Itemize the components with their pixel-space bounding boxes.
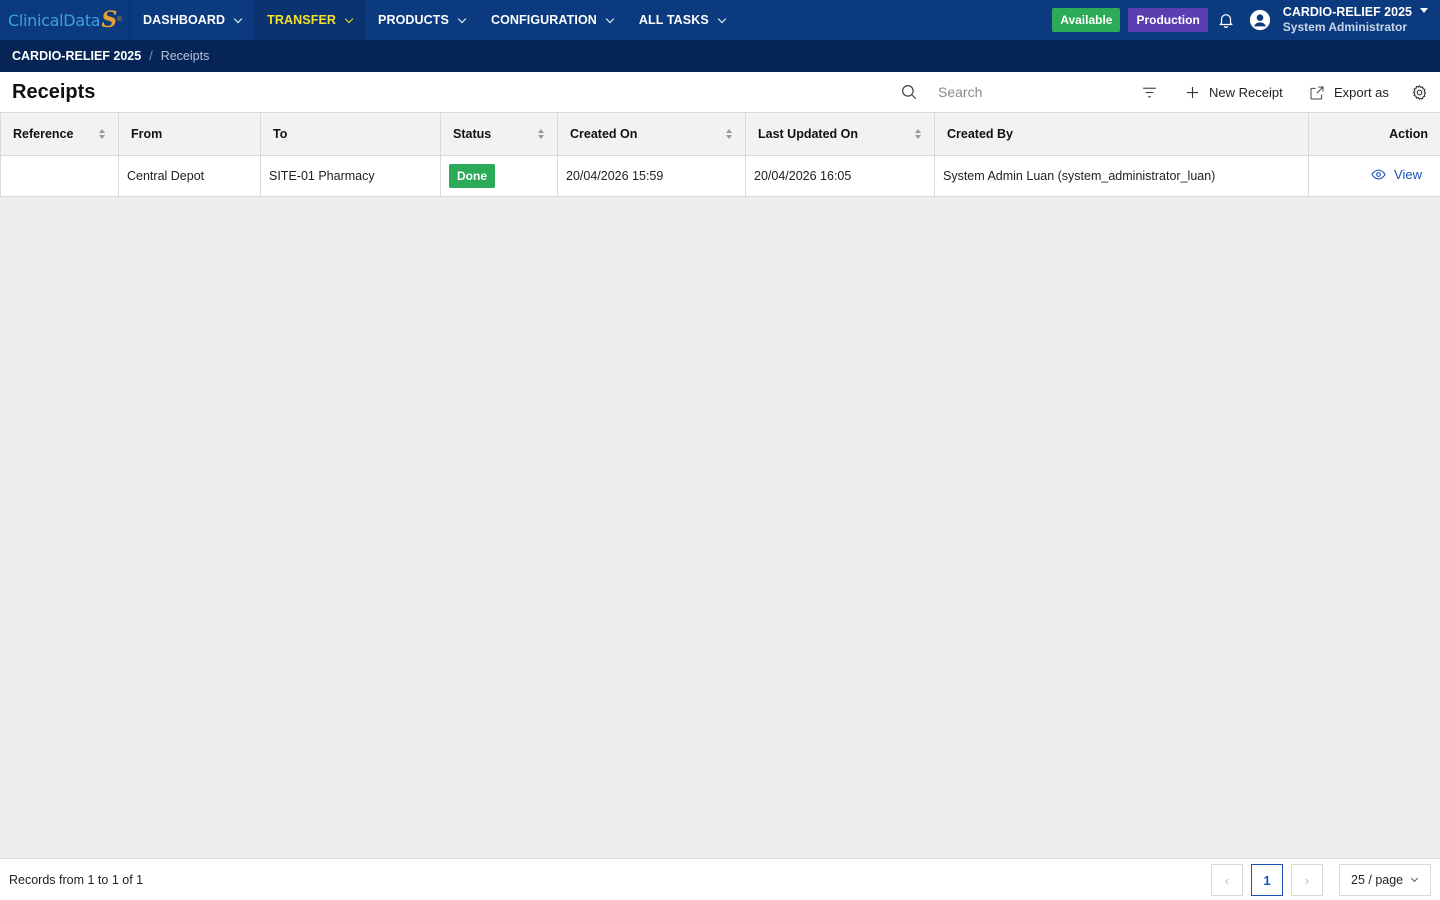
- chevron-down-icon: [457, 14, 467, 23]
- column-header-action: Action: [1308, 113, 1440, 156]
- sort-icon[interactable]: [537, 128, 545, 140]
- user-avatar-icon[interactable]: [1249, 9, 1271, 31]
- cell-created-on: 20/04/2026 15:59: [557, 154, 746, 197]
- cell-created-by: System Admin Luan (system_administrator_…: [934, 154, 1309, 197]
- plus-icon: [1186, 86, 1199, 99]
- pagination-footer: Records from 1 to 1 of 1 ‹ 1 › 25 / page: [0, 858, 1440, 900]
- column-header-from: From: [118, 113, 261, 156]
- chevron-down-icon: [1411, 874, 1419, 883]
- nav-dashboard-label: DASHBOARD: [143, 13, 226, 27]
- cell-to: SITE-01 Pharmacy: [260, 154, 441, 197]
- page-header: Receipts New Receipt Export as: [0, 72, 1440, 113]
- chevron-down-icon: [605, 14, 615, 23]
- nav-configuration[interactable]: CONFIGURATION: [478, 0, 626, 40]
- column-label: Created By: [947, 126, 1013, 141]
- chevron-right-icon: ›: [1304, 872, 1310, 888]
- export-label: Export as: [1334, 85, 1389, 100]
- export-button[interactable]: Export as: [1309, 72, 1389, 113]
- sort-icon[interactable]: [98, 128, 106, 140]
- status-badge: Done: [449, 163, 495, 188]
- column-header-last-updated-on[interactable]: Last Updated On: [745, 113, 935, 156]
- breadcrumb: CARDIO-RELIEF 2025 / Receipts: [0, 40, 1440, 72]
- page-size-value: 25 / page: [1351, 873, 1404, 887]
- column-label: To: [273, 126, 288, 141]
- column-header-to: To: [260, 113, 441, 156]
- export-icon: [1310, 86, 1324, 99]
- receipts-table: Reference From To Status Created On Last…: [0, 113, 1440, 197]
- table-row[interactable]: Central Depot SITE-01 Pharmacy Done 20/0…: [0, 154, 1440, 197]
- cell-last-updated-on: 20/04/2026 16:05: [745, 154, 935, 197]
- sort-icon[interactable]: [725, 128, 733, 140]
- chevron-down-icon: [344, 14, 354, 23]
- chevron-down-icon: [717, 14, 727, 23]
- nav-configuration-label: CONFIGURATION: [490, 13, 597, 27]
- nav-transfer-label: TRANSFER: [267, 13, 337, 27]
- page-size-select[interactable]: 25 / page: [1339, 864, 1431, 896]
- new-receipt-button[interactable]: New Receipt: [1185, 72, 1283, 113]
- logo-mark: S: [101, 7, 118, 33]
- column-label: Last Updated On: [758, 126, 859, 141]
- column-label: Created On: [570, 126, 638, 141]
- column-label: Status: [453, 126, 492, 141]
- breadcrumb-separator: /: [149, 49, 153, 63]
- column-label: From: [131, 126, 163, 141]
- production-badge: Production: [1128, 8, 1208, 32]
- nav-all-tasks-label: ALL TASKS: [638, 13, 709, 27]
- chevron-left-icon: ‹: [1224, 872, 1230, 888]
- logo-text: ClinicalData: [8, 10, 101, 30]
- records-summary: Records from 1 to 1 of 1: [9, 872, 144, 887]
- page-number-button[interactable]: 1: [1251, 864, 1283, 896]
- user-menu[interactable]: CARDIO-RELIEF 2025 System Administrator: [1283, 5, 1412, 35]
- chevron-down-icon: [233, 14, 243, 23]
- search-input[interactable]: [930, 80, 1120, 104]
- nav-right: Available Production CARDIO-RELIEF 2025 …: [1052, 0, 1440, 40]
- breadcrumb-study[interactable]: CARDIO-RELIEF 2025: [12, 49, 141, 63]
- breadcrumb-current: Receipts: [160, 49, 210, 63]
- caret-down-icon[interactable]: [1420, 8, 1428, 13]
- filter-icon[interactable]: [1141, 84, 1158, 101]
- prev-page-button[interactable]: ‹: [1211, 864, 1243, 896]
- new-receipt-label: New Receipt: [1209, 85, 1283, 100]
- nav-products[interactable]: PRODUCTS: [365, 0, 478, 40]
- cell-action: View: [1308, 154, 1440, 197]
- user-role: System Administrator: [1282, 20, 1408, 34]
- available-badge: Available: [1052, 8, 1121, 32]
- search-icon: [902, 85, 917, 100]
- bell-icon[interactable]: [1217, 11, 1235, 29]
- table-header-row: Reference From To Status Created On Last…: [0, 113, 1440, 156]
- page-title: Receipts: [12, 80, 96, 103]
- nav-all-tasks[interactable]: ALL TASKS: [626, 0, 738, 40]
- view-label: View: [1394, 166, 1422, 182]
- cell-reference: [0, 154, 119, 197]
- view-button[interactable]: View: [1371, 167, 1422, 182]
- user-study-name: CARDIO-RELIEF 2025: [1282, 5, 1412, 19]
- column-header-status[interactable]: Status: [440, 113, 558, 156]
- sort-icon[interactable]: [914, 128, 922, 140]
- gear-icon[interactable]: [1411, 84, 1428, 101]
- next-page-button[interactable]: ›: [1291, 864, 1323, 896]
- column-header-created-on[interactable]: Created On: [557, 113, 746, 156]
- cell-from: Central Depot: [118, 154, 261, 197]
- top-navigation: ClinicalData S ® DASHBOARD TRANSFER PROD…: [0, 0, 1440, 40]
- column-label: Reference: [13, 126, 74, 141]
- column-header-reference[interactable]: Reference: [0, 113, 119, 156]
- nav-products-label: PRODUCTS: [378, 13, 449, 27]
- nav-transfer[interactable]: TRANSFER: [254, 0, 366, 40]
- column-label: Action: [1389, 126, 1428, 141]
- receipts-table-wrapper: Reference From To Status Created On Last…: [0, 113, 1440, 197]
- app-logo[interactable]: ClinicalData S ®: [0, 0, 130, 40]
- eye-icon: [1371, 169, 1386, 179]
- logo-registered: ®: [117, 17, 122, 23]
- nav-dashboard[interactable]: DASHBOARD: [130, 0, 254, 40]
- cell-status: Done: [440, 154, 558, 197]
- column-header-created-by: Created By: [934, 113, 1309, 156]
